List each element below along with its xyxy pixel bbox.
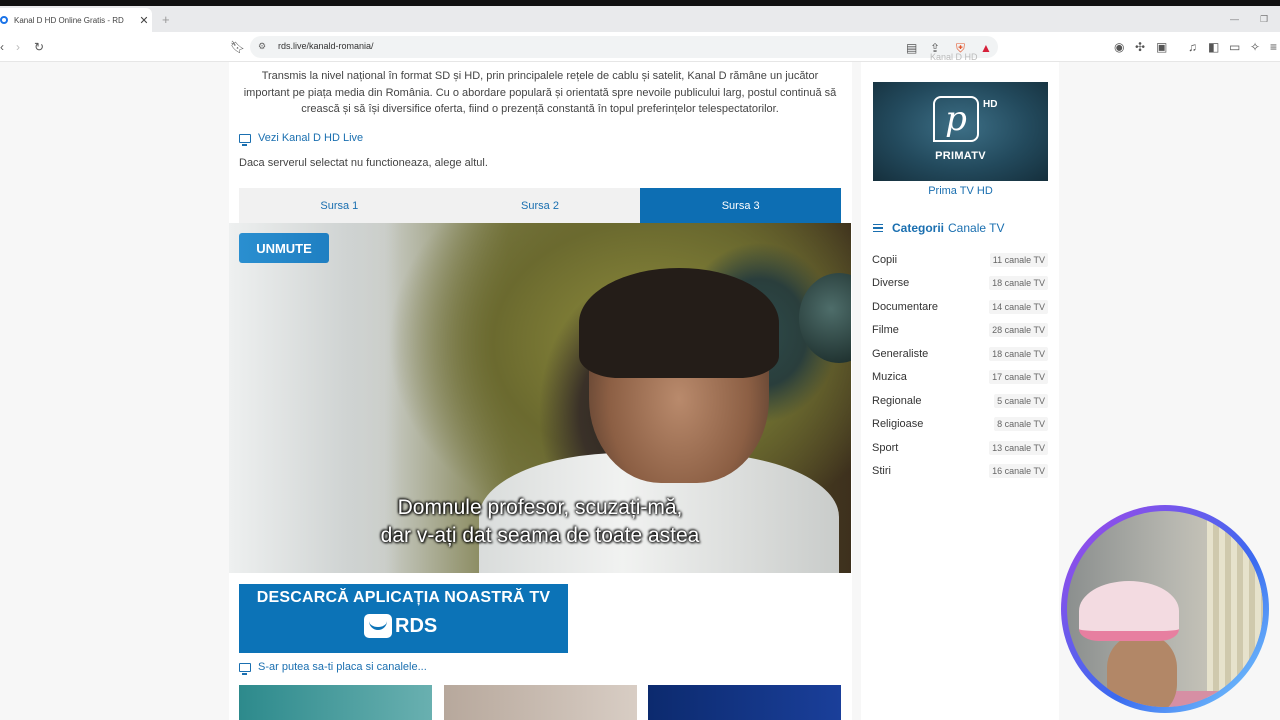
- unmute-button[interactable]: UNMUTE: [239, 233, 329, 263]
- category-item[interactable]: Diverse 18 canale TV: [872, 272, 1048, 296]
- tab-title: Kanal D HD Online Gratis - RD: [14, 15, 124, 25]
- category-count: 5 canale TV: [994, 393, 1048, 408]
- watch-live-label[interactable]: Vezi Kanal D HD Live: [258, 132, 363, 144]
- channel-thumbnail[interactable]: [444, 685, 637, 720]
- category-name[interactable]: Stiri: [872, 465, 891, 477]
- banner-title: DESCARCĂ APLICAȚIA NOASTRĂ TV: [256, 589, 551, 606]
- category-count: 18 canale TV: [989, 346, 1048, 361]
- channel-thumbnail[interactable]: [648, 685, 841, 720]
- category-item[interactable]: Religioase 8 canale TV: [872, 413, 1048, 437]
- category-item[interactable]: Generaliste 18 canale TV: [872, 342, 1048, 366]
- channel-thumbnail[interactable]: [239, 685, 432, 720]
- extension-icon[interactable]: ◉: [1114, 40, 1124, 54]
- category-name[interactable]: Documentare: [872, 301, 938, 313]
- category-item[interactable]: Documentare 14 canale TV: [872, 295, 1048, 319]
- category-item[interactable]: Filme 28 canale TV: [872, 319, 1048, 343]
- category-name[interactable]: Muzica: [872, 371, 907, 383]
- tab-source-1[interactable]: Sursa 1: [239, 188, 440, 223]
- webcam-feed: [1067, 511, 1263, 707]
- webcam-curtain: [1207, 511, 1263, 707]
- webcam-face: [1107, 636, 1177, 707]
- subtitle-line-1: Domnule profesor, scuzați-mă,: [397, 496, 683, 519]
- category-count: 16 canale TV: [989, 464, 1048, 479]
- categories-title-bold: Categorii: [892, 221, 945, 235]
- webcam-cap: [1079, 581, 1179, 641]
- category-count: 17 canale TV: [989, 370, 1048, 385]
- webcam-overlay: [1061, 505, 1269, 713]
- tab-source-2[interactable]: Sursa 2: [439, 188, 641, 223]
- media-icon[interactable]: ♫: [1188, 40, 1197, 54]
- restore-button[interactable]: ❐: [1260, 14, 1268, 25]
- reload-icon[interactable]: ↻: [34, 40, 44, 54]
- prima-tv-link[interactable]: Prima TV HD: [873, 185, 1048, 197]
- list-icon: [873, 224, 883, 232]
- url-text[interactable]: rds.live/kanald-romania/: [278, 41, 374, 51]
- reader-mode-icon[interactable]: ▤: [906, 41, 917, 55]
- prima-tv-logo[interactable]: p HD PRIMATV: [873, 82, 1048, 181]
- tab-strip: Kanal D HD Online Gratis - RD ✕ + — ❐: [0, 6, 1280, 32]
- category-item[interactable]: Muzica 17 canale TV: [872, 366, 1048, 390]
- server-note: Daca serverul selectat nu functioneaza, …: [239, 157, 488, 169]
- category-item[interactable]: Sport 13 canale TV: [872, 436, 1048, 460]
- close-tab-icon[interactable]: ✕: [136, 14, 152, 27]
- tab-favicon-icon: [0, 16, 8, 24]
- category-list: Copii 11 canale TV Diverse 18 canale TV Do…: [872, 248, 1048, 483]
- rds-logo: RDS: [364, 614, 437, 638]
- back-icon[interactable]: ‹: [0, 40, 4, 54]
- category-item[interactable]: Copii 11 canale TV: [872, 248, 1048, 272]
- rewards-icon[interactable]: ▲: [980, 41, 992, 55]
- suggestions-heading: S-ar putea sa-ti placa si canalele...: [239, 661, 427, 675]
- category-name[interactable]: Filme: [872, 324, 899, 336]
- wallet-icon[interactable]: ▭: [1229, 40, 1240, 54]
- forward-icon[interactable]: ›: [16, 40, 20, 54]
- category-count: 8 canale TV: [994, 417, 1048, 432]
- prima-logo-text: PRIMATV: [935, 150, 986, 162]
- download-app-banner[interactable]: DESCARCĂ APLICAȚIA NOASTRĂ TV RDS: [239, 584, 568, 653]
- minimize-button[interactable]: —: [1230, 14, 1239, 24]
- source-tabs: Sursa 1 Sursa 2 Sursa 3: [239, 188, 842, 223]
- video-frame-globe: [799, 273, 851, 363]
- category-item[interactable]: Regionale 5 canale TV: [872, 389, 1048, 413]
- category-count: 14 canale TV: [989, 299, 1048, 314]
- channel-description: Transmis la nivel național în format SD …: [243, 70, 837, 115]
- category-name[interactable]: Regionale: [872, 395, 922, 407]
- sidebar-partial-caption: Kanal D HD: [930, 52, 978, 62]
- video-subtitle: Domnule profesor, scuzați-mă, dar v-ați …: [229, 494, 851, 550]
- watch-live-link[interactable]: Vezi Kanal D HD Live: [239, 132, 363, 146]
- tab-search-icon[interactable]: ▣: [1156, 40, 1167, 54]
- subtitle-line-2: dar v-ați dat seama de toate astea: [380, 524, 700, 547]
- prima-hd-badge: HD: [983, 99, 998, 110]
- category-name[interactable]: Sport: [872, 442, 898, 454]
- category-count: 13 canale TV: [989, 440, 1048, 455]
- site-info-icon[interactable]: ⚙: [258, 41, 266, 52]
- category-name[interactable]: Diverse: [872, 277, 909, 289]
- monitor-icon: [239, 662, 251, 675]
- prima-p-icon: p: [933, 96, 979, 142]
- rds-logo-text: RDS: [395, 614, 438, 637]
- category-count: 11 canale TV: [989, 252, 1048, 267]
- browser-tab[interactable]: Kanal D HD Online Gratis - RD ✕: [0, 8, 152, 32]
- video-frame-hair: [579, 268, 779, 378]
- new-tab-button[interactable]: +: [162, 12, 170, 27]
- category-name[interactable]: Copii: [872, 254, 897, 266]
- categories-heading: Categorii Canale TV: [873, 221, 1005, 235]
- menu-icon[interactable]: ≡: [1270, 40, 1277, 54]
- suggestions-label: S-ar putea sa-ti placa si canalele...: [258, 661, 427, 673]
- puzzle-icon[interactable]: ✣: [1135, 40, 1145, 54]
- categories-title-rest: Canale TV: [948, 221, 1005, 235]
- bookmark-icon[interactable]: 🔖︎: [230, 40, 245, 54]
- tv-icon: [364, 614, 392, 638]
- suggested-channels: [239, 685, 841, 720]
- browser-toolbar: ‹ › ↻ 🔖︎ ⚙ rds.live/kanald-romania/ ▤ ⇪ …: [0, 32, 1280, 62]
- category-count: 18 canale TV: [989, 276, 1048, 291]
- tab-source-3[interactable]: Sursa 3: [640, 188, 842, 223]
- sidebar-icon[interactable]: ◧: [1208, 40, 1219, 54]
- address-bar[interactable]: ⚙ rds.live/kanald-romania/ ▤ ⇪ ⛨ ▲: [250, 36, 998, 58]
- category-item[interactable]: Stiri 16 canale TV: [872, 460, 1048, 484]
- category-count: 28 canale TV: [989, 323, 1048, 338]
- category-name[interactable]: Generaliste: [872, 348, 928, 360]
- leo-icon[interactable]: ✧: [1250, 40, 1260, 54]
- monitor-icon: [239, 133, 251, 146]
- category-name[interactable]: Religioase: [872, 418, 923, 430]
